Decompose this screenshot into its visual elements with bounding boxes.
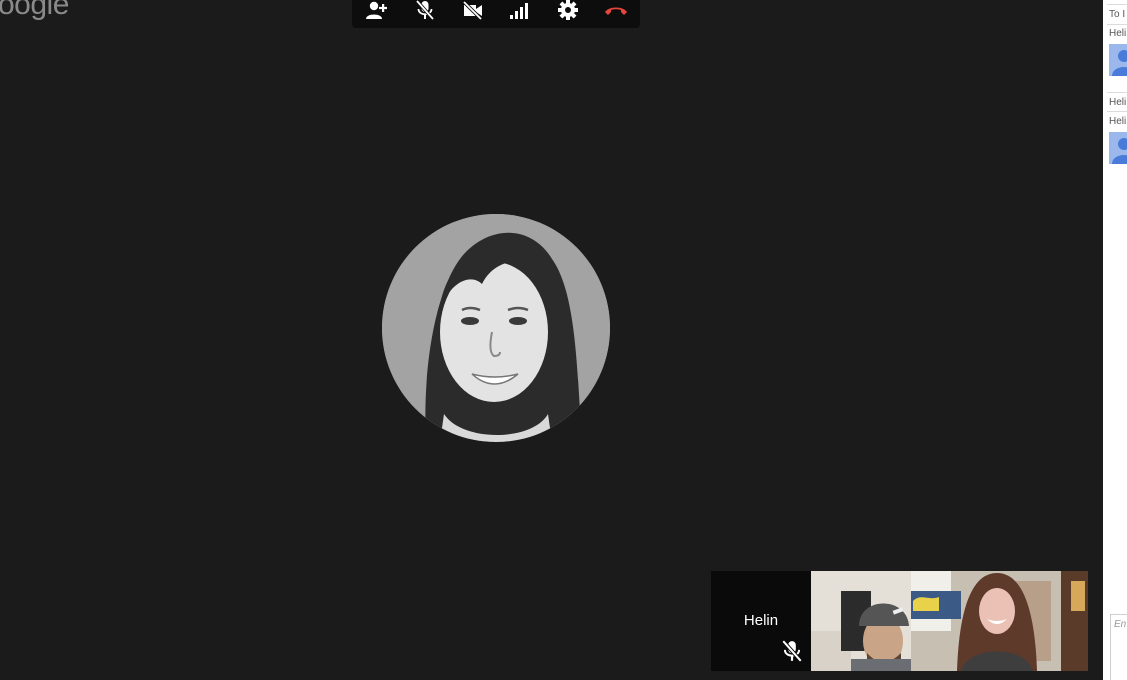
participant-tile-video-2[interactable]	[911, 571, 1088, 671]
chat-sender-name: Heli	[1109, 28, 1127, 39]
hang-up-button[interactable]	[602, 0, 630, 22]
camera-button[interactable]	[459, 0, 487, 22]
chat-sender-name: Heli	[1109, 116, 1127, 127]
participant-video-man-beanie	[811, 571, 911, 671]
chat-avatar	[1109, 132, 1127, 164]
add-people-button[interactable]	[363, 0, 391, 22]
participant-filmstrip: Helin	[711, 571, 1088, 671]
divider	[1107, 111, 1127, 112]
divider	[1107, 92, 1127, 93]
divider	[1107, 24, 1127, 25]
chat-recipient-label: To I	[1109, 9, 1126, 20]
microphone-button[interactable]	[411, 0, 439, 22]
signal-bars-icon	[508, 0, 532, 20]
participant-name: Helin	[743, 612, 779, 629]
video-off-icon	[462, 0, 484, 20]
divider	[1107, 4, 1127, 5]
settings-button[interactable]	[554, 0, 582, 22]
speaker-avatar	[382, 214, 610, 442]
bandwidth-button[interactable]	[506, 0, 534, 22]
chat-message-input[interactable]: En	[1110, 614, 1127, 680]
participant-video-woman	[911, 571, 1088, 671]
gear-icon	[557, 0, 579, 21]
chat-avatar	[1109, 44, 1127, 76]
participant-tile-helin[interactable]: Helin	[711, 571, 811, 671]
phone-hangup-icon	[603, 3, 629, 17]
call-toolbar	[352, 0, 640, 28]
add-person-icon	[365, 0, 389, 21]
chat-side-panel: To I Heli Heli Heli En	[1103, 0, 1127, 680]
google-logo: oogle	[0, 0, 69, 21]
mic-off-icon	[415, 0, 435, 21]
participant-tile-video-1[interactable]	[811, 571, 911, 671]
mic-off-icon	[781, 639, 803, 663]
chat-sender-name: Heli	[1109, 97, 1127, 108]
